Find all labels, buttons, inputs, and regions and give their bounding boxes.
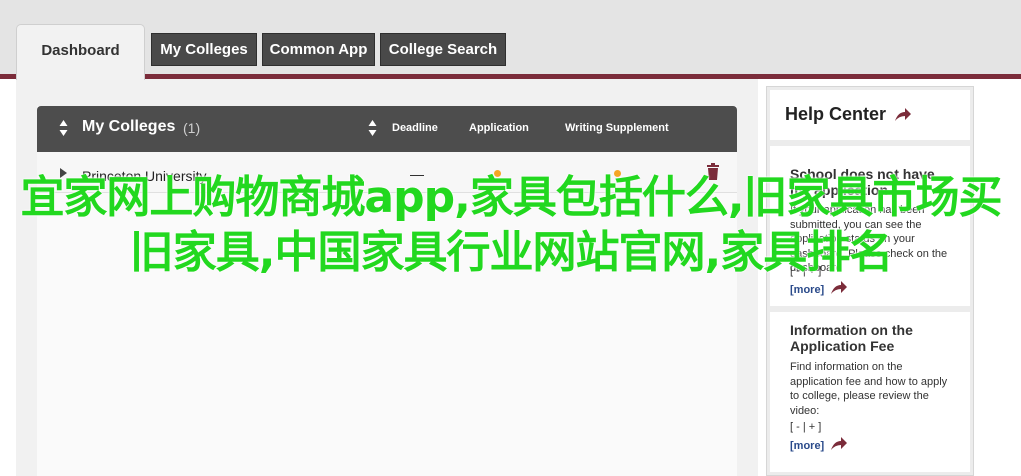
- more-arrow-icon[interactable]: [830, 281, 848, 295]
- table-count: (1): [183, 120, 201, 136]
- help-center-title: Help Center: [785, 104, 887, 124]
- tab-common-app[interactable]: Common App: [262, 33, 375, 66]
- help-card-more-link[interactable]: [more]: [790, 440, 824, 452]
- column-deadline[interactable]: Deadline: [392, 122, 438, 134]
- table-title: My Colleges: [82, 118, 176, 135]
- tab-my-colleges[interactable]: My Colleges: [151, 33, 257, 66]
- help-card-heading[interactable]: Information on the Application Fee: [790, 322, 955, 354]
- deadline-sort-icon[interactable]: [368, 119, 377, 137]
- tab-dashboard[interactable]: Dashboard: [16, 24, 145, 80]
- column-writing-supplement[interactable]: Writing Supplement: [565, 122, 669, 134]
- overlay-caption: 宜家网上购物商城app,家具包括什么,旧家具市场买旧家具,中国家具行业网站官网,…: [20, 172, 1002, 278]
- column-application[interactable]: Application: [469, 122, 529, 134]
- help-card-body: Find information on the application fee …: [790, 361, 948, 417]
- help-card-toggle[interactable]: [ - | + ]: [790, 421, 821, 433]
- more-arrow-icon[interactable]: [830, 437, 848, 451]
- sort-icon[interactable]: [59, 119, 68, 137]
- tab-college-search[interactable]: College Search: [380, 33, 506, 66]
- help-arrow-icon: [895, 108, 911, 121]
- help-card-more-link[interactable]: [more]: [790, 284, 824, 296]
